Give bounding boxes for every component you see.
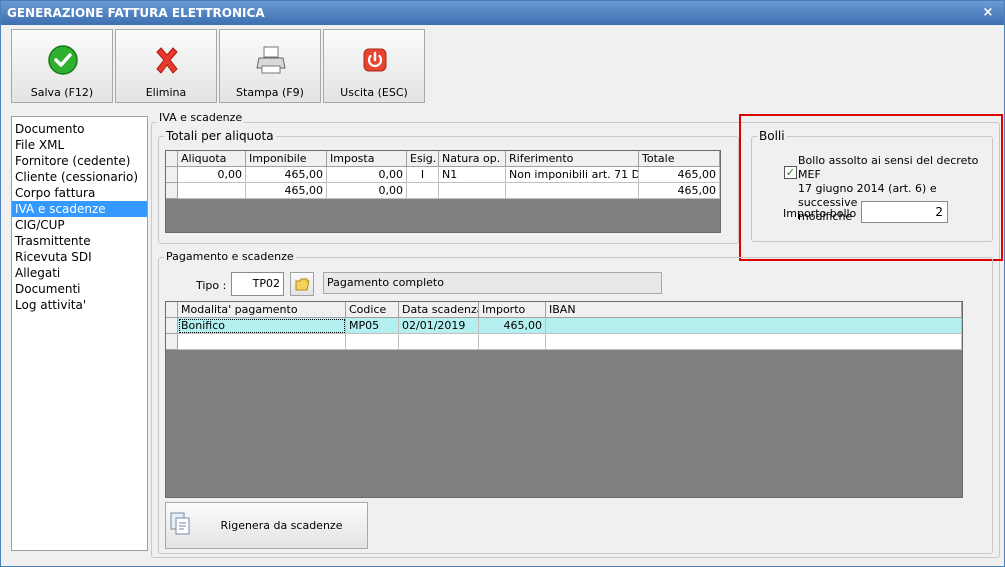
main-window: GENERAZIONE FATTURA ELETTRONICA × Salva …	[0, 0, 1005, 567]
nav-item-cliente[interactable]: Cliente (cessionario)	[12, 169, 147, 185]
window-title: GENERAZIONE FATTURA ELETTRONICA	[7, 6, 265, 20]
importo-bollo-input[interactable]: 2	[861, 201, 948, 223]
col-modalita: Modalita' pagamento	[178, 302, 346, 318]
table-row[interactable]: Bonifico MP05 02/01/2019 465,00	[166, 318, 962, 334]
totali-grid: Aliquota Imponibile Imposta Esig. Natura…	[165, 150, 721, 233]
regenerate-button-label: Rigenera da scadenze	[220, 519, 343, 532]
nav-item-log-attivita[interactable]: Log attivita'	[12, 297, 147, 313]
scadenze-header-row: Modalita' pagamento Codice Data scadenza…	[166, 302, 962, 318]
totali-header-row: Aliquota Imponibile Imposta Esig. Natura…	[166, 151, 720, 167]
table-row[interactable]: 0,00 465,00 0,00 I N1 Non imponibili art…	[166, 167, 720, 183]
nav-item-allegati[interactable]: Allegati	[12, 265, 147, 281]
tipo-lookup-button[interactable]	[290, 272, 314, 296]
close-icon[interactable]: ×	[980, 5, 996, 21]
col-iban: IBAN	[546, 302, 962, 318]
bollo-checkbox[interactable]: ✓	[784, 166, 797, 179]
nav-item-documento[interactable]: Documento	[12, 121, 147, 137]
col-aliquota: Aliquota	[178, 151, 246, 167]
regenerate-button[interactable]: Rigenera da scadenze	[165, 502, 368, 549]
col-imponibile: Imponibile	[246, 151, 327, 167]
red-x-icon	[156, 47, 178, 74]
nav-item-documenti[interactable]: Documenti	[12, 281, 147, 297]
exit-button-label: Uscita (ESC)	[340, 86, 408, 99]
nav-item-corpo-fattura[interactable]: Corpo fattura	[12, 185, 147, 201]
delete-button[interactable]: Elimina	[115, 29, 217, 103]
print-button-label: Stampa (F9)	[236, 86, 304, 99]
col-imposta: Imposta	[327, 151, 407, 167]
nav-item-ricevuta-sdi[interactable]: Ricevuta SDI	[12, 249, 147, 265]
tipo-description: Pagamento completo	[323, 272, 662, 294]
col-esig: Esig.	[407, 151, 439, 167]
tipo-label: Tipo :	[196, 279, 227, 292]
documents-icon	[170, 512, 190, 535]
save-button-label: Salva (F12)	[30, 86, 94, 99]
col-codice: Codice	[346, 302, 399, 318]
sidebar-nav: Documento File XML Fornitore (cedente) C…	[11, 116, 148, 551]
importo-bollo-label: Importo bollo :	[783, 207, 864, 220]
printer-icon	[256, 46, 286, 74]
iva-scadenze-label: IVA e scadenze	[157, 111, 245, 124]
col-data-scadenza: Data scadenza	[399, 302, 479, 318]
power-icon	[363, 48, 387, 72]
col-importo: Importo	[479, 302, 546, 318]
title-bar: GENERAZIONE FATTURA ELETTRONICA ×	[1, 1, 1004, 25]
scadenze-grid: Modalita' pagamento Codice Data scadenza…	[165, 301, 963, 498]
bolli-label: Bolli	[757, 129, 787, 143]
folder-icon	[295, 278, 310, 291]
col-natura: Natura op.	[439, 151, 506, 167]
col-totale: Totale	[639, 151, 720, 167]
col-riferimento: Riferimento	[506, 151, 639, 167]
print-button[interactable]: Stampa (F9)	[219, 29, 321, 103]
delete-button-label: Elimina	[145, 86, 187, 99]
exit-button[interactable]: Uscita (ESC)	[323, 29, 425, 103]
table-row[interactable]	[166, 334, 962, 350]
nav-item-iva-scadenze[interactable]: IVA e scadenze	[12, 201, 147, 217]
pagamento-label: Pagamento e scadenze	[164, 250, 296, 263]
nav-item-file-xml[interactable]: File XML	[12, 137, 147, 153]
save-button[interactable]: Salva (F12)	[11, 29, 113, 103]
nav-item-cig-cup[interactable]: CIG/CUP	[12, 217, 147, 233]
nav-item-trasmittente[interactable]: Trasmittente	[12, 233, 147, 249]
totali-label: Totali per aliquota	[164, 129, 276, 143]
check-icon	[48, 45, 78, 75]
tipo-input[interactable]: TP02	[231, 272, 284, 296]
table-row[interactable]: 465,00 0,00 465,00	[166, 183, 720, 199]
nav-item-fornitore[interactable]: Fornitore (cedente)	[12, 153, 147, 169]
